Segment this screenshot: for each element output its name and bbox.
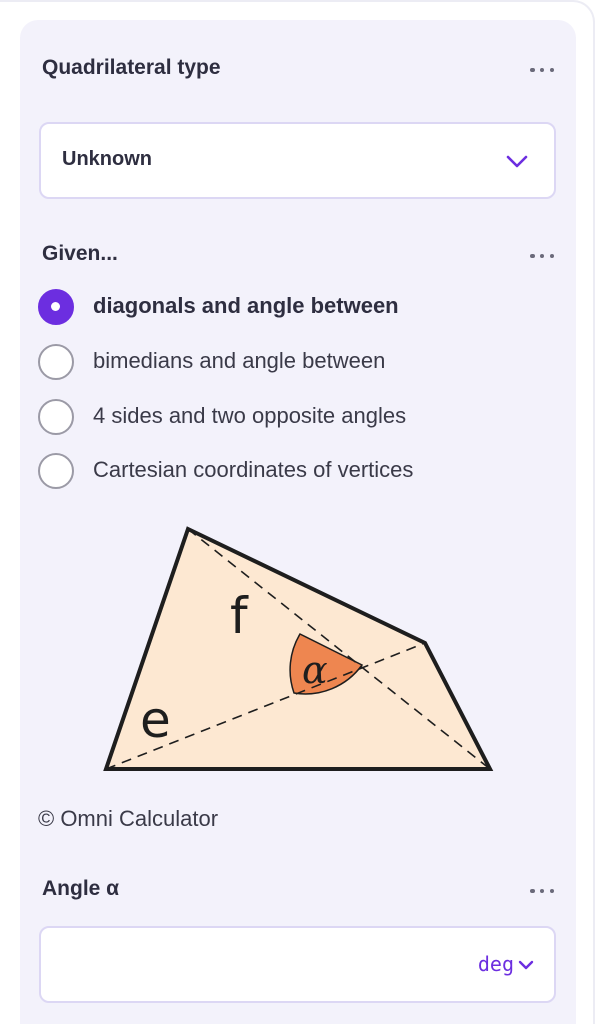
unit-label[interactable]: deg [478, 952, 514, 976]
radio-option-coordinates[interactable]: Cartesian coordinates of vertices [38, 453, 538, 491]
angle-input[interactable]: deg [39, 926, 556, 1003]
radio-label: 4 sides and two opposite angles [93, 403, 407, 428]
chevron-down-icon [506, 155, 528, 168]
quadrilateral-type-select[interactable]: Unknown [39, 122, 556, 199]
radio-label: diagonals and angle between [93, 293, 399, 318]
quadrilateral-type-label: Quadrilateral type [42, 56, 221, 79]
radio-button[interactable] [38, 453, 74, 489]
alpha-label: α [302, 648, 328, 692]
chevron-down-icon[interactable] [518, 960, 534, 970]
more-dots-icon[interactable] [530, 251, 554, 261]
radio-option-bimedians[interactable]: bimedians and angle between [38, 344, 538, 382]
given-label: Given... [42, 242, 118, 265]
radio-label: bimedians and angle between [93, 348, 386, 373]
radio-button[interactable] [38, 399, 74, 435]
copyright-text: © Omni Calculator [38, 806, 219, 831]
quadrilateral-type-value: Unknown [62, 148, 152, 170]
diagonal-f-label: f [230, 587, 249, 645]
more-dots-icon[interactable] [530, 886, 554, 896]
angle-label: Angle α [42, 877, 120, 900]
radio-label: Cartesian coordinates of vertices [93, 457, 414, 482]
quadrilateral-diagram: f e α [103, 526, 494, 771]
radio-option-diagonals[interactable]: diagonals and angle between [38, 289, 538, 327]
radio-button-selected[interactable] [38, 289, 74, 325]
radio-button[interactable] [38, 344, 74, 380]
more-dots-icon[interactable] [530, 65, 554, 75]
radio-option-sides-angles[interactable]: 4 sides and two opposite angles [38, 399, 538, 437]
diagonal-e-label: e [140, 691, 171, 749]
